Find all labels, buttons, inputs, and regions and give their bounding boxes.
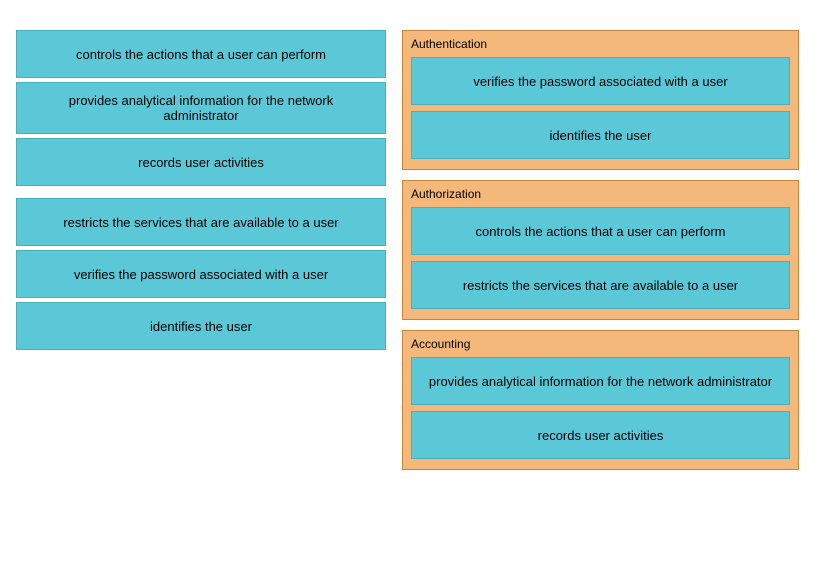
right-item-authz-2[interactable]: restricts the services that are availabl… [411, 261, 790, 309]
category-authorization: Authorization controls the actions that a… [402, 180, 799, 320]
left-item-4[interactable]: restricts the services that are availabl… [16, 198, 386, 246]
right-column: Authentication verifies the password asso… [402, 30, 799, 470]
left-column: controls the actions that a user can per… [16, 30, 386, 354]
category-items-authentication: verifies the password associated with a … [411, 57, 790, 159]
category-items-authorization: controls the actions that a user can per… [411, 207, 790, 309]
right-item-auth-1[interactable]: verifies the password associated with a … [411, 57, 790, 105]
answer-layout: controls the actions that a user can per… [16, 30, 799, 470]
right-item-authz-1[interactable]: controls the actions that a user can per… [411, 207, 790, 255]
category-authentication: Authentication verifies the password asso… [402, 30, 799, 170]
left-item-5[interactable]: verifies the password associated with a … [16, 250, 386, 298]
left-item-3[interactable]: records user activities [16, 138, 386, 186]
right-item-acc-2[interactable]: records user activities [411, 411, 790, 459]
category-label-accounting: Accounting [411, 337, 790, 351]
category-accounting: Accounting provides analytical informatio… [402, 330, 799, 470]
left-item-1[interactable]: controls the actions that a user can per… [16, 30, 386, 78]
category-label-authentication: Authentication [411, 37, 790, 51]
right-item-acc-1[interactable]: provides analytical information for the … [411, 357, 790, 405]
left-item-2[interactable]: provides analytical information for the … [16, 82, 386, 134]
left-item-6[interactable]: identifies the user [16, 302, 386, 350]
category-items-accounting: provides analytical information for the … [411, 357, 790, 459]
category-label-authorization: Authorization [411, 187, 790, 201]
right-item-auth-2[interactable]: identifies the user [411, 111, 790, 159]
